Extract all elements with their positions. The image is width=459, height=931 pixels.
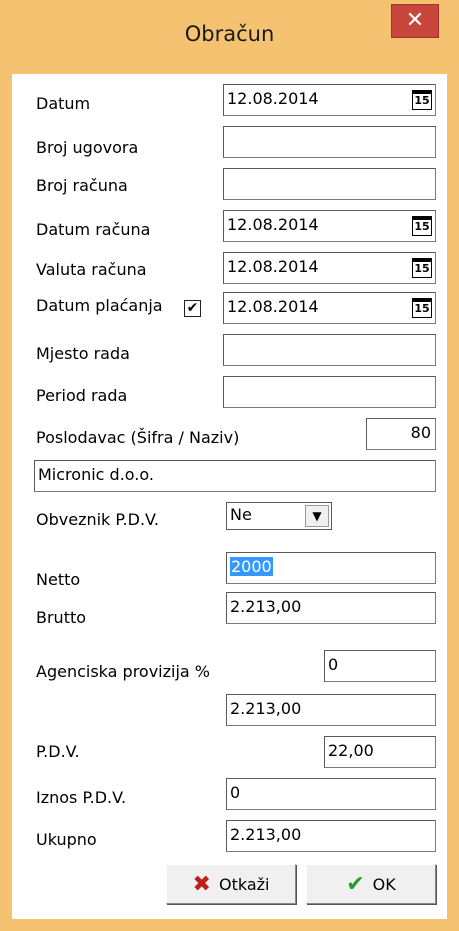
label-datum-placanja: Datum plaćanja [36, 296, 163, 315]
period-rada-field[interactable] [223, 376, 436, 408]
label-broj-ugovora: Broj ugovora [36, 138, 139, 157]
label-valuta-racuna: Valuta računa [36, 260, 147, 279]
broj-racuna-field[interactable] [223, 168, 436, 200]
label-poslodavac: Poslodavac (Šifra / Naziv) [36, 428, 240, 447]
ukupno-field[interactable]: 2.213,00 [226, 820, 436, 852]
poslodavac-naziv-field[interactable]: Micronic d.o.o. [34, 460, 436, 492]
calendar-icon[interactable]: 15 [412, 298, 432, 318]
title-bar[interactable]: Obračun ✕ [0, 0, 459, 74]
label-ukupno: Ukupno [36, 830, 97, 849]
netto-field[interactable]: 2000 [226, 552, 436, 584]
dialog-window: Obračun ✕ Datum 12.08.2014 15 Broj ugovo… [0, 0, 459, 931]
obveznik-pdv-value: Ne [230, 505, 252, 524]
datum-value: 12.08.2014 [227, 89, 319, 108]
close-button[interactable]: ✕ [391, 4, 439, 38]
checkmark-icon: ✔ [346, 871, 365, 897]
label-period-rada: Period rada [36, 386, 128, 405]
broj-ugovora-field[interactable] [223, 126, 436, 158]
close-icon: ✕ [405, 8, 425, 33]
brutto-field[interactable]: 2.213,00 [226, 592, 436, 624]
datum-placanja-value: 12.08.2014 [227, 297, 319, 316]
valuta-racuna-value: 12.08.2014 [227, 257, 319, 276]
datum-placanja-checkbox[interactable]: ✔ [184, 300, 201, 317]
pdv-field[interactable]: 22,00 [324, 736, 436, 768]
iznos-pdv-field[interactable]: 0 [226, 778, 436, 810]
poslodavac-sifra-field[interactable]: 80 [366, 418, 436, 450]
datum-field[interactable]: 12.08.2014 15 [223, 84, 436, 116]
cross-icon: ✖ [192, 871, 211, 897]
cancel-button-label: Otkaži [218, 874, 270, 894]
datum-racuna-value: 12.08.2014 [227, 215, 319, 234]
label-agencijska-provizija: Agenciska provizija % [36, 662, 211, 681]
chevron-down-icon[interactable]: ▼ [305, 505, 329, 527]
label-mjesto-rada: Mjesto rada [36, 344, 130, 363]
agencijska-provizija-field[interactable]: 0 [324, 650, 436, 682]
label-datum: Datum [36, 94, 91, 113]
label-obveznik-pdv: Obveznik P.D.V. [36, 510, 160, 529]
mjesto-rada-field[interactable] [223, 334, 436, 366]
label-netto: Netto [36, 570, 81, 589]
netto-value: 2000 [230, 557, 273, 576]
label-iznos-pdv: Iznos P.D.V. [36, 788, 127, 807]
ok-button-label: OK [372, 874, 396, 894]
check-icon: ✔ [186, 300, 199, 316]
form-area: Datum 12.08.2014 15 Broj ugovora Broj ra… [12, 74, 447, 919]
obveznik-pdv-select[interactable]: Ne ▼ [226, 502, 332, 530]
cancel-button[interactable]: ✖ Otkaži [166, 864, 296, 904]
provizija-iznos-field[interactable]: 2.213,00 [226, 694, 436, 726]
calendar-icon[interactable]: 15 [412, 216, 432, 236]
label-brutto: Brutto [36, 608, 87, 627]
calendar-icon[interactable]: 15 [412, 90, 432, 110]
ok-button[interactable]: ✔ OK [306, 864, 436, 904]
label-datum-racuna: Datum računa [36, 220, 151, 239]
datum-placanja-field[interactable]: 12.08.2014 15 [223, 292, 436, 324]
calendar-icon[interactable]: 15 [412, 258, 432, 278]
label-pdv: P.D.V. [36, 742, 80, 761]
datum-racuna-field[interactable]: 12.08.2014 15 [223, 210, 436, 242]
valuta-racuna-field[interactable]: 12.08.2014 15 [223, 252, 436, 284]
label-broj-racuna: Broj računa [36, 176, 128, 195]
